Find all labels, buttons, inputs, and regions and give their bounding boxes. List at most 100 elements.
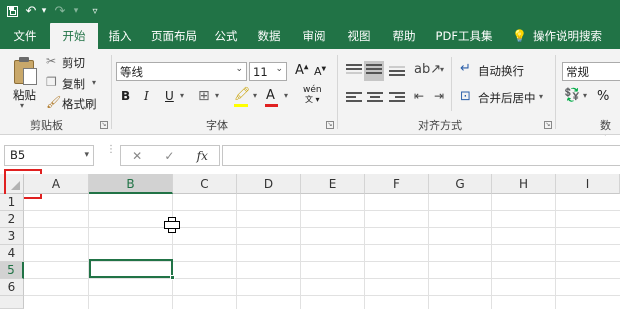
cancel-icon[interactable]: ✕: [132, 149, 142, 163]
row-header-7[interactable]: [0, 296, 24, 309]
cut-button[interactable]: 剪切: [62, 55, 85, 71]
redo-button[interactable]: ↷: [50, 0, 70, 22]
align-top-icon[interactable]: [346, 64, 362, 78]
font-color-dropdown-icon[interactable]: ▾: [284, 91, 288, 100]
align-center-icon[interactable]: [367, 92, 383, 106]
copy-dropdown-icon[interactable]: ▾: [92, 78, 96, 87]
align-right-icon[interactable]: [389, 92, 405, 106]
tell-me-search[interactable]: 💡 操作说明搜索: [502, 22, 620, 49]
tab-page-layout[interactable]: 页面布局: [142, 22, 206, 49]
format-painter-button[interactable]: 格式刷: [62, 96, 97, 112]
tab-help[interactable]: 帮助: [382, 22, 426, 49]
column-header-f[interactable]: F: [365, 174, 429, 194]
active-cell-b5[interactable]: [89, 259, 175, 280]
row-header-2[interactable]: 2: [0, 211, 24, 228]
accounting-dropdown-icon[interactable]: ▾: [583, 91, 587, 100]
tab-view[interactable]: 视图: [336, 22, 382, 49]
accounting-format-icon[interactable]: 💱: [564, 88, 580, 103]
paste-label: 粘贴: [13, 88, 36, 102]
row-header-4[interactable]: 4: [0, 245, 24, 262]
ribbon-home: 粘贴 ▾ ✂ 剪切 ❐ 复制 ▾ 🖌 格式刷 剪贴板 ↘ 等线 ⌄ 11 ⌄ A…: [0, 49, 620, 148]
tab-home[interactable]: 开始: [50, 23, 98, 49]
font-launcher-icon[interactable]: ↘: [326, 121, 334, 129]
tab-insert[interactable]: 插入: [98, 22, 142, 49]
font-group-label: 字体: [206, 119, 228, 132]
gridline: [364, 194, 365, 309]
resize-handle-icon[interactable]: ⋮: [106, 145, 116, 162]
number-format-box[interactable]: 常规: [562, 62, 620, 81]
row-header-1[interactable]: 1: [0, 194, 24, 211]
column-header-d[interactable]: D: [237, 174, 301, 194]
orientation-dropdown-icon[interactable]: ▾: [440, 65, 444, 74]
fill-handle[interactable]: [170, 275, 175, 280]
insert-function-icon[interactable]: fx: [197, 149, 208, 163]
undo-button[interactable]: ↶: [24, 0, 38, 22]
redo-dropdown-icon[interactable]: ▾: [70, 0, 82, 22]
gridline: [24, 295, 620, 296]
scissors-icon: ✂: [46, 54, 57, 68]
phonetic-label: wén: [303, 85, 322, 95]
row-header-6[interactable]: 6: [0, 279, 24, 296]
fill-color-icon[interactable]: 🖍: [234, 87, 251, 102]
wrap-text-button[interactable]: 自动换行: [478, 63, 524, 79]
merge-dropdown-icon[interactable]: ▾: [539, 92, 543, 101]
clipboard-launcher-icon[interactable]: ↘: [100, 121, 108, 129]
font-name-box[interactable]: 等线 ⌄: [116, 62, 247, 81]
tab-formulas[interactable]: 公式: [206, 22, 246, 49]
group-divider: [451, 57, 452, 111]
column-header-c[interactable]: C: [173, 174, 237, 194]
borders-icon[interactable]: ⊞: [198, 88, 210, 104]
grow-font-button[interactable]: A▲: [295, 63, 309, 78]
copy-icon: ❐: [46, 75, 57, 89]
font-name-value: 等线: [120, 64, 143, 79]
copy-button[interactable]: 复制: [62, 76, 85, 92]
save-button[interactable]: [0, 0, 24, 22]
row-header-3[interactable]: 3: [0, 228, 24, 245]
ribbon-tabs: 文件 开始 插入 页面布局 公式 数据 审阅 视图 帮助 PDF工具集 💡 操作…: [0, 22, 620, 49]
align-bottom-icon[interactable]: [389, 66, 405, 80]
italic-button[interactable]: I: [144, 89, 149, 103]
column-header-b[interactable]: B: [89, 174, 173, 194]
formula-input[interactable]: [222, 145, 620, 166]
gridline: [24, 278, 620, 279]
font-size-value: 11: [253, 64, 268, 79]
clipboard-group-label: 剪贴板: [30, 119, 63, 132]
font-color-button[interactable]: A: [266, 88, 275, 103]
chevron-down-icon: ⌄: [275, 64, 283, 74]
phonetic-icon: 文 ▾: [305, 95, 320, 104]
tab-data[interactable]: 数据: [246, 22, 292, 49]
tab-file[interactable]: 文件: [0, 22, 50, 49]
undo-dropdown-icon[interactable]: ▾: [38, 0, 50, 22]
phonetic-guide-button[interactable]: wén 文 ▾: [303, 86, 322, 105]
align-left-icon[interactable]: [346, 92, 362, 106]
shrink-font-button[interactable]: A▼: [314, 65, 326, 78]
formula-bar: B5 ▾ ⋮ ✕ ✓ fx: [0, 136, 620, 174]
decrease-indent-icon[interactable]: ⇤: [414, 89, 424, 103]
percent-button[interactable]: %: [597, 89, 609, 104]
align-middle-icon[interactable]: [364, 61, 384, 81]
enter-icon[interactable]: ✓: [164, 149, 174, 163]
alignment-launcher-icon[interactable]: ↘: [544, 121, 552, 129]
column-header-i[interactable]: I: [556, 174, 620, 194]
underline-dropdown-icon[interactable]: ▾: [180, 91, 184, 100]
paste-dropdown-icon[interactable]: ▾: [20, 101, 24, 110]
column-header-h[interactable]: H: [492, 174, 556, 194]
font-size-box[interactable]: 11 ⌄: [249, 62, 287, 81]
fill-color-dropdown-icon[interactable]: ▾: [253, 91, 257, 100]
orientation-icon[interactable]: ab↗: [414, 62, 441, 77]
bold-button[interactable]: B: [121, 89, 130, 103]
tab-pdf-tools[interactable]: PDF工具集: [426, 22, 502, 49]
customize-toolbar-icon[interactable]: ▿: [82, 0, 108, 22]
tab-review[interactable]: 审阅: [292, 22, 336, 49]
borders-dropdown-icon[interactable]: ▾: [215, 91, 219, 100]
gridline: [24, 210, 620, 211]
row-header-5[interactable]: 5: [0, 262, 24, 279]
name-box[interactable]: B5 ▾: [4, 145, 94, 166]
increase-indent-icon[interactable]: ⇥: [434, 89, 444, 103]
column-header-a[interactable]: A: [24, 174, 89, 194]
underline-button[interactable]: U: [165, 89, 174, 103]
column-header-e[interactable]: E: [301, 174, 365, 194]
merge-center-button[interactable]: 合并后居中: [478, 90, 536, 106]
column-header-g[interactable]: G: [429, 174, 492, 194]
gridline: [428, 194, 429, 309]
